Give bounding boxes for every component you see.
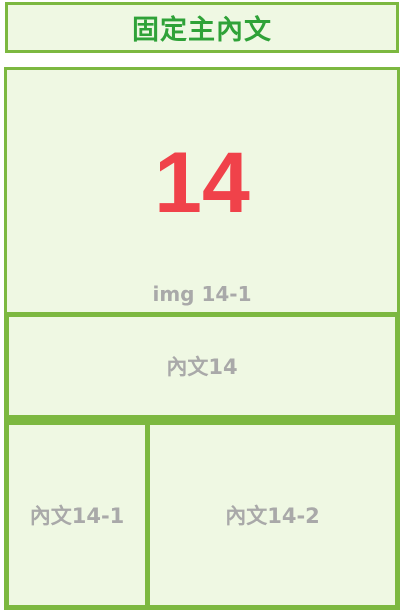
content-sub-left-box: 內文14-1 (4, 420, 150, 610)
image-number: 14 (154, 135, 250, 231)
content-main-box: 內文14 (4, 312, 400, 420)
image-caption: img 14-1 (152, 282, 252, 306)
content-sub-right-box: 內文14-2 (145, 420, 400, 610)
content-sub-right-label: 內文14-2 (225, 504, 320, 528)
fixed-header: 固定主內文 (5, 2, 399, 53)
content-main-label: 內文14 (166, 355, 238, 379)
content-sub-left-label: 內文14-1 (29, 504, 125, 528)
header-title: 固定主內文 (132, 15, 272, 46)
image-panel: 14 img 14-1 (4, 67, 400, 317)
